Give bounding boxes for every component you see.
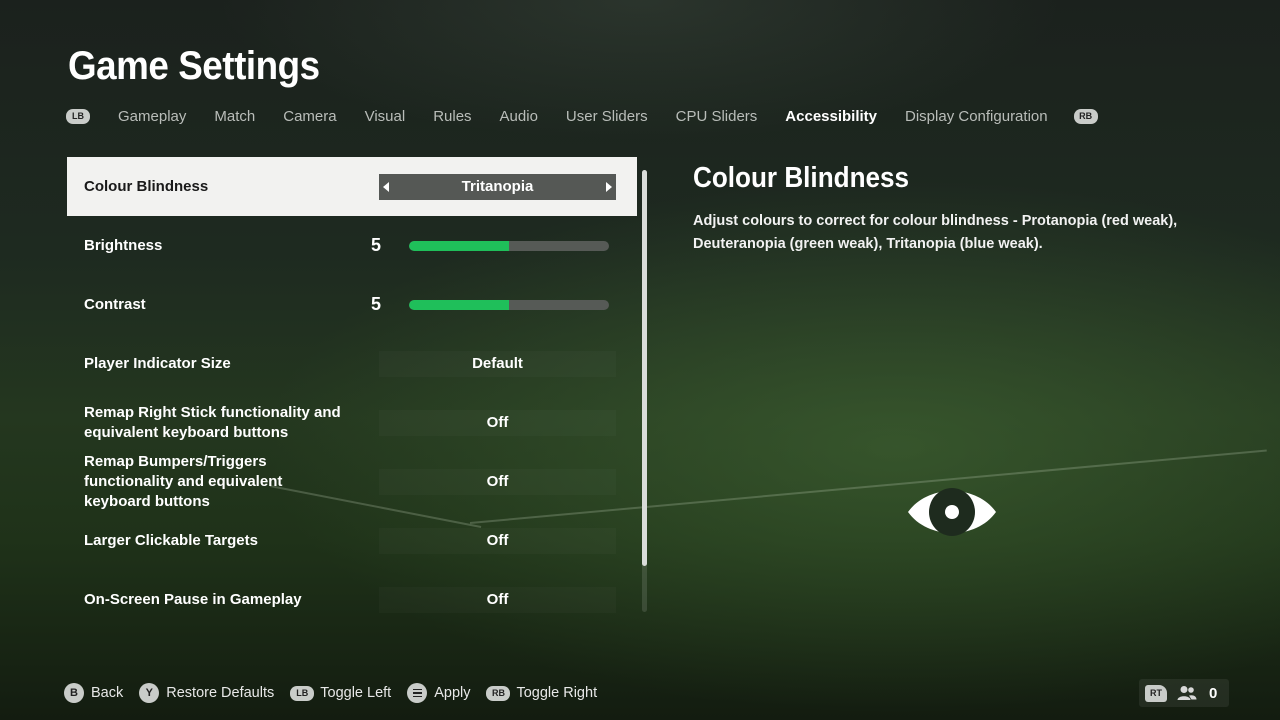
eye-icon: [908, 488, 996, 536]
tab-audio[interactable]: Audio: [500, 108, 538, 125]
hint-label: Restore Defaults: [166, 685, 275, 701]
page-title: Game Settings: [68, 44, 320, 88]
detail-title: Colour Blindness: [693, 162, 910, 194]
colour-blindness-selector[interactable]: Tritanopia: [379, 173, 616, 200]
hint-label: Back: [91, 685, 124, 701]
lb-button-icon: LB: [290, 685, 315, 701]
tab-rules[interactable]: Rules: [433, 108, 471, 125]
setting-row-larger-clickable-targets[interactable]: Larger Clickable Targets Off: [67, 511, 637, 570]
setting-value-box[interactable]: Off: [379, 528, 616, 554]
tab-camera[interactable]: Camera: [283, 108, 336, 125]
menu-button-icon: [407, 683, 428, 703]
setting-label: On-Screen Pause in Gameplay: [84, 590, 302, 608]
back-hint[interactable]: B Back: [64, 683, 123, 703]
restore-defaults-hint[interactable]: Y Restore Defaults: [139, 683, 274, 703]
footer-hints: B Back Y Restore Defaults LB Toggle Left…: [64, 682, 613, 704]
rb-bumper-icon[interactable]: RB: [1073, 108, 1098, 124]
setting-value-box[interactable]: Default: [379, 351, 616, 377]
setting-label: Remap Right Stick functionality and equi…: [84, 403, 341, 441]
setting-value: Tritanopia: [461, 178, 534, 195]
y-button-icon: Y: [139, 683, 160, 703]
arrow-left-icon[interactable]: [383, 181, 389, 192]
hint-label: Apply: [434, 685, 471, 701]
setting-value: Off: [486, 473, 509, 490]
toggle-left-hint[interactable]: LB Toggle Left: [290, 685, 391, 701]
setting-row-on-screen-pause[interactable]: On-Screen Pause in Gameplay Off: [67, 570, 637, 629]
setting-label: Larger Clickable Targets: [84, 531, 258, 549]
setting-label: Remap Bumpers/Triggers functionality and…: [84, 452, 283, 510]
detail-description: Adjust colours to correct for colour bli…: [693, 213, 1178, 252]
tab-visual[interactable]: Visual: [365, 108, 406, 125]
arrow-right-icon[interactable]: [606, 181, 612, 192]
setting-value: Default: [472, 355, 523, 372]
tab-accessibility[interactable]: Accessibility: [785, 108, 877, 125]
settings-scrollbar[interactable]: [642, 170, 647, 612]
hint-label: Toggle Left: [320, 685, 392, 701]
setting-value-box[interactable]: Off: [379, 469, 616, 495]
hint-label: Toggle Right: [516, 685, 598, 701]
setting-label: Brightness: [84, 236, 163, 254]
rt-button-icon: RT: [1145, 684, 1167, 702]
lb-bumper-icon[interactable]: LB: [66, 108, 90, 124]
brightness-slider[interactable]: [409, 240, 609, 251]
player-count: 0: [1209, 684, 1218, 702]
setting-row-contrast[interactable]: Contrast 5: [67, 275, 637, 334]
tab-user-sliders[interactable]: User Sliders: [566, 108, 648, 125]
scrollbar-thumb[interactable]: [642, 170, 647, 566]
setting-value: Off: [486, 532, 509, 549]
setting-value-box[interactable]: Off: [379, 587, 616, 613]
settings-list: Colour Blindness Tritanopia Brightness 5…: [67, 157, 637, 629]
people-icon: [1177, 686, 1197, 700]
tab-display-configuration[interactable]: Display Configuration: [905, 108, 1048, 125]
toggle-right-hint[interactable]: RB Toggle Right: [486, 685, 597, 701]
slider-fill: [409, 240, 509, 251]
setting-row-player-indicator-size[interactable]: Player Indicator Size Default: [67, 334, 637, 393]
b-button-icon: B: [64, 683, 84, 703]
setting-row-remap-bumpers-triggers[interactable]: Remap Bumpers/Triggers functionality and…: [67, 452, 637, 511]
settings-tabs: LB Gameplay Match Camera Visual Rules Au…: [66, 104, 1098, 128]
setting-value-box[interactable]: Off: [379, 410, 616, 436]
contrast-slider[interactable]: [409, 299, 609, 310]
contrast-value: 5: [370, 294, 381, 314]
slider-fill: [409, 299, 509, 310]
tab-match[interactable]: Match: [214, 108, 255, 125]
rb-button-icon: RB: [486, 685, 511, 701]
tab-cpu-sliders[interactable]: CPU Sliders: [676, 108, 758, 125]
setting-row-remap-right-stick[interactable]: Remap Right Stick functionality and equi…: [67, 393, 637, 452]
tab-gameplay[interactable]: Gameplay: [118, 108, 186, 125]
setting-label: Contrast: [84, 295, 146, 313]
setting-row-colour-blindness[interactable]: Colour Blindness Tritanopia: [67, 157, 637, 216]
setting-value: Off: [486, 414, 509, 431]
setting-label: Colour Blindness: [84, 177, 209, 195]
brightness-value: 5: [370, 235, 381, 255]
player-counter[interactable]: RT 0: [1139, 679, 1229, 707]
setting-label: Player Indicator Size: [84, 354, 231, 372]
apply-hint[interactable]: Apply: [407, 683, 470, 703]
setting-value: Off: [486, 591, 509, 608]
setting-row-brightness[interactable]: Brightness 5: [67, 216, 637, 275]
